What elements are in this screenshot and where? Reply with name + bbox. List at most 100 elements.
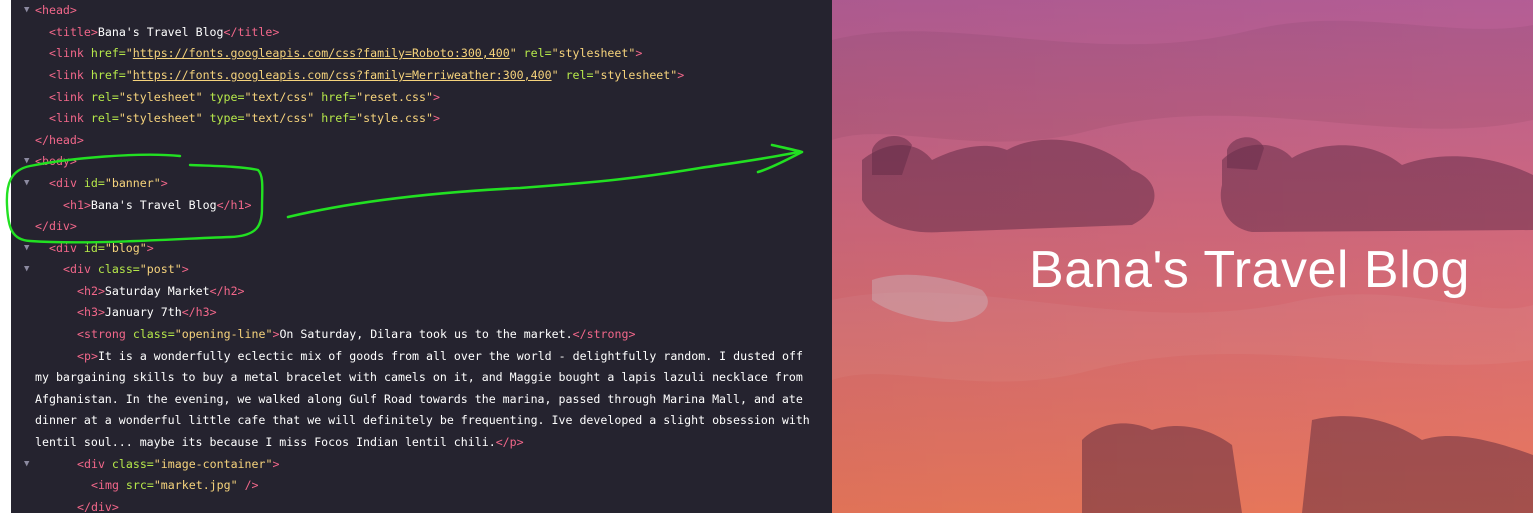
reset-css-value: "reset.css" [356,90,433,104]
code-line-h1: <h1>Bana's Travel Blog</h1> [63,195,251,216]
merriweather-font-link[interactable]: https://fonts.googleapis.com/css?family=… [133,68,552,82]
tag-end: > [146,241,154,255]
class-attr: class= [97,262,140,276]
rel-attr: rel= [523,46,552,60]
code-line-div-close: </div> [35,216,77,237]
code-line-h2: <h2>Saturday Market</h2> [77,281,245,302]
fold-arrow-icon[interactable]: ▼ [24,259,33,280]
code-line-post-div: <div class="post"> [63,259,189,280]
code-line-img: <img src="market.jpg" /> [91,475,259,496]
strong-tag: <strong [77,327,133,341]
code-line-p-2: my bargaining skills to buy a metal brac… [35,367,803,388]
body-open-tag: <body> [35,154,77,168]
h1-open-tag: <h1> [63,198,91,212]
tag-end: > [635,46,643,60]
h3-close-tag: </h3> [181,305,217,319]
type-attr: type= [209,90,245,104]
strong-close-tag: </strong> [572,327,636,341]
strong-text: On Saturday, Dilara took us to the marke… [279,327,573,341]
href-attr: href= [90,46,126,60]
code-line-banner-div: <div id="banner"> [49,173,168,194]
tag-end: > [160,176,168,190]
fold-arrow-icon[interactable]: ▼ [24,454,33,475]
image-container-class-value: "image-container" [153,457,273,471]
type-value: "text/css" [244,90,315,104]
src-attr: src= [125,478,154,492]
window-gutter [0,0,11,513]
rel-value: "stylesheet" [118,111,203,125]
img-src-value: "market.jpg" [153,478,238,492]
blog-id-value: "blog" [104,241,147,255]
paragraph-text-3: Afghanistan. In the evening, we walked a… [35,392,803,406]
title-close-tag: </title> [223,25,280,39]
head-open-tag: <head> [35,3,77,17]
p-close-tag: </p> [495,435,524,449]
div-tag: <div [49,176,84,190]
h1-close-tag: </h1> [216,198,252,212]
head-close-tag: </head> [35,133,84,147]
link-tag: <link [49,46,91,60]
browser-preview-banner: Bana's Travel Blog [832,0,1533,513]
p-open-tag: <p> [77,349,98,363]
div-close-tag: </div> [77,500,119,513]
rel-attr: rel= [565,68,594,82]
img-self-close: /> [237,478,259,492]
opening-line-class-value: "opening-line" [174,327,273,341]
tag-end: > [272,457,280,471]
paragraph-text-5: lentil soul... maybe its because I miss … [35,435,496,449]
div-close-tag: </div> [35,219,77,233]
code-editor[interactable]: ▼ <head> <title>Bana's Travel Blog</titl… [11,0,832,513]
href-attr: href= [90,68,126,82]
fold-arrow-icon[interactable]: ▼ [24,238,33,259]
paragraph-text-1: It is a wonderfully eclectic mix of good… [97,349,803,363]
type-attr: type= [209,111,245,125]
code-line-link-roboto: <link href="https://fonts.googleapis.com… [49,46,643,60]
banner-id-value: "banner" [104,176,161,190]
roboto-font-link[interactable]: https://fonts.googleapis.com/css?family=… [133,46,510,60]
style-css-value: "style.css" [356,111,433,125]
class-attr: class= [111,457,154,471]
tag-end: > [181,262,189,276]
paragraph-text-2: my bargaining skills to buy a metal brac… [35,370,803,384]
id-attr: id= [83,241,105,255]
tag-end: > [432,111,440,125]
code-line-title: <title>Bana's Travel Blog</title> [49,22,279,43]
h2-close-tag: </h2> [209,284,245,298]
link-tag: <link [49,90,91,104]
h2-open-tag: <h2> [77,284,105,298]
code-line-blog-div: <div id="blog"> [49,238,154,259]
div-tag: <div [63,262,98,276]
code-line-image-container: <div class="image-container"> [77,454,279,475]
fold-arrow-icon[interactable]: ▼ [24,0,33,21]
code-line-head-close: </head> [35,130,84,151]
code-line-strong: <strong class="opening-line">On Saturday… [77,324,635,345]
post-class-value: "post" [139,262,182,276]
code-line-link-merriweather: <link href="https://fonts.googleapis.com… [49,68,685,82]
fold-arrow-icon[interactable]: ▼ [24,173,33,194]
code-line-p-3: Afghanistan. In the evening, we walked a… [35,389,803,410]
h1-text: Bana's Travel Blog [90,198,217,212]
code-line-head-open: <head> [35,0,77,21]
tag-end: > [432,90,440,104]
fold-arrow-icon[interactable]: ▼ [24,151,33,172]
link-tag: <link [49,111,91,125]
rel-value: "stylesheet" [551,46,636,60]
type-value: "text/css" [244,111,315,125]
banner-title: Bana's Travel Blog [1029,241,1470,299]
title-open-tag: <title> [49,25,98,39]
code-line-body-open: <body> [35,151,77,172]
rel-attr: rel= [90,90,119,104]
h3-open-tag: <h3> [77,305,105,319]
code-line-div-close-2: </div> [77,497,119,513]
id-attr: id= [83,176,105,190]
rel-value: "stylesheet" [118,90,203,104]
h2-text: Saturday Market [104,284,210,298]
div-tag: <div [49,241,84,255]
code-line-link-reset: <link rel="stylesheet" type="text/css" h… [49,87,440,108]
code-line-h3: <h3>January 7th</h3> [77,302,217,323]
h3-text: January 7th [104,305,182,319]
tag-end: > [677,68,685,82]
rel-value: "stylesheet" [593,68,678,82]
rel-attr: rel= [90,111,119,125]
class-attr: class= [132,327,175,341]
